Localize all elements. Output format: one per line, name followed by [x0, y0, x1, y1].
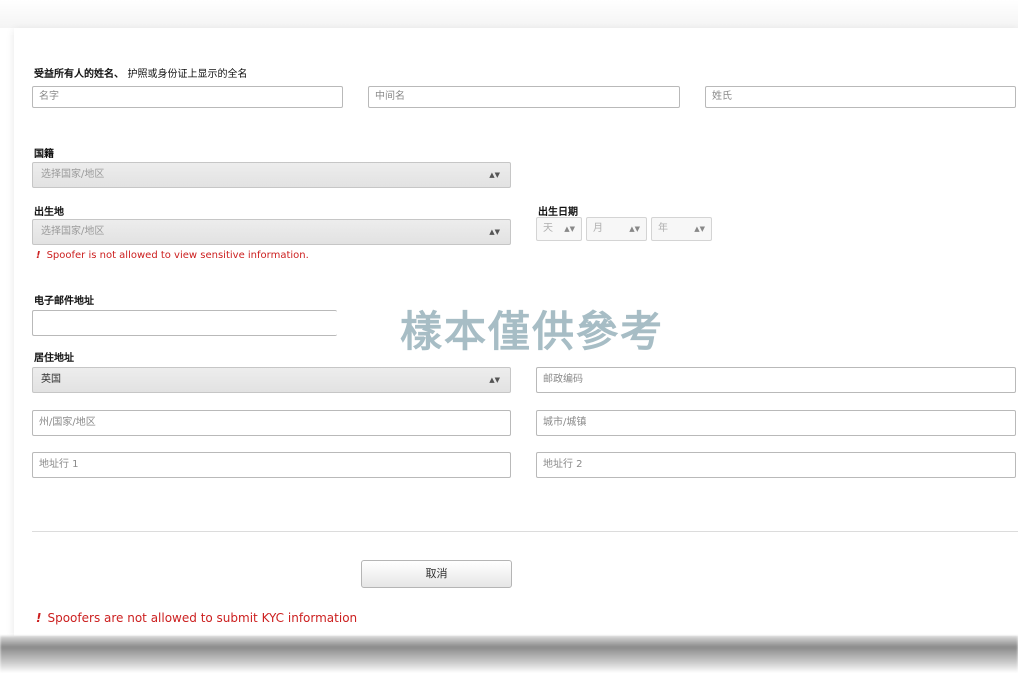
- bottom-shadow: [0, 636, 1018, 673]
- country-select[interactable]: 英国 ▲▼: [32, 367, 511, 393]
- chevron-updown-icon: ▲▼: [694, 225, 705, 233]
- chevron-updown-icon: ▲▼: [629, 225, 640, 233]
- chevron-updown-icon: ▲▼: [489, 228, 500, 236]
- error-icon: !: [36, 611, 42, 625]
- address-line2-input[interactable]: 地址行 2: [536, 452, 1016, 478]
- nationality-value: 选择国家/地区: [41, 169, 105, 180]
- nationality-label: 国籍: [34, 149, 54, 160]
- nationality-select[interactable]: 选择国家/地区 ▲▼: [32, 162, 511, 188]
- name-hint: 护照或身份证上显示的全名: [127, 69, 248, 80]
- middle-name-placeholder: 中间名: [375, 91, 405, 102]
- dob-year-select[interactable]: 年 ▲▼: [651, 217, 712, 241]
- email-input[interactable]: [32, 310, 337, 336]
- postcode-input[interactable]: 邮政编码: [536, 367, 1016, 393]
- error-icon: !: [36, 250, 41, 261]
- name-label-text: 受益所有人的姓名、: [34, 69, 124, 80]
- chevron-updown-icon: ▲▼: [564, 225, 575, 233]
- dob-day-select[interactable]: 天 ▲▼: [536, 217, 582, 241]
- dob-label: 出生日期: [538, 207, 578, 218]
- middle-name-input[interactable]: 中间名: [368, 86, 680, 108]
- email-label: 电子邮件地址: [34, 296, 94, 307]
- first-name-input[interactable]: 名字: [32, 86, 343, 108]
- chevron-updown-icon: ▲▼: [489, 171, 500, 179]
- address-line1-placeholder: 地址行 1: [39, 459, 79, 470]
- dob-month-value: 月: [593, 223, 603, 234]
- dob-month-select[interactable]: 月 ▲▼: [586, 217, 647, 241]
- state-placeholder: 州/国家/地区: [39, 417, 96, 428]
- state-input[interactable]: 州/国家/地区: [32, 410, 511, 436]
- sample-watermark: 樣本僅供參考: [400, 307, 665, 356]
- last-name-input[interactable]: 姓氏: [705, 86, 1016, 108]
- residence-label: 居住地址: [34, 353, 74, 364]
- birthplace-select[interactable]: 选择国家/地区 ▲▼: [32, 219, 511, 245]
- postcode-placeholder: 邮政编码: [543, 374, 583, 385]
- city-placeholder: 城市/城镇: [543, 417, 587, 428]
- address-line1-input[interactable]: 地址行 1: [32, 452, 511, 478]
- city-input[interactable]: 城市/城镇: [536, 410, 1016, 436]
- top-fade: [0, 0, 1018, 28]
- dob-year-value: 年: [658, 223, 668, 234]
- last-name-placeholder: 姓氏: [712, 91, 732, 102]
- sensitive-info-error-text: Spoofer is not allowed to view sensitive…: [46, 250, 309, 261]
- name-label: 受益所有人的姓名、 护照或身份证上显示的全名: [34, 65, 247, 80]
- country-value: 英国: [41, 374, 61, 385]
- sensitive-info-error: ! Spoofer is not allowed to view sensitiv…: [36, 250, 309, 261]
- dob-day-value: 天: [543, 223, 553, 234]
- birthplace-value: 选择国家/地区: [41, 226, 105, 237]
- address-line2-placeholder: 地址行 2: [543, 459, 583, 470]
- cancel-button[interactable]: 取消: [361, 560, 512, 588]
- submit-error-text: Spoofers are not allowed to submit KYC i…: [47, 611, 358, 625]
- first-name-placeholder: 名字: [39, 91, 59, 102]
- divider: [32, 531, 1018, 532]
- submit-error: ! Spoofers are not allowed to submit KYC …: [36, 611, 357, 625]
- birthplace-label: 出生地: [34, 207, 64, 218]
- chevron-updown-icon: ▲▼: [489, 376, 500, 384]
